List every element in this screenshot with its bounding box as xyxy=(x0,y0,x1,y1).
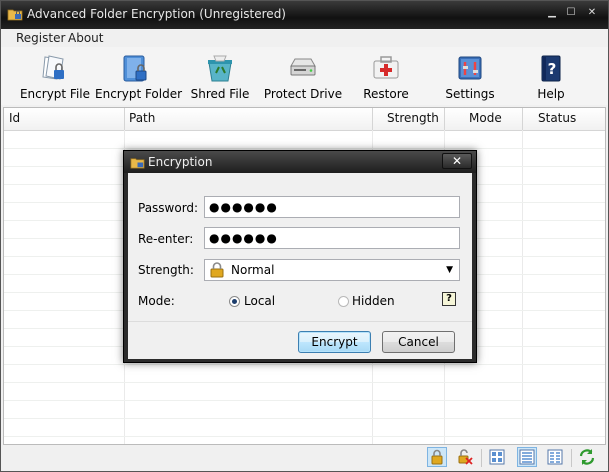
strength-value: Normal xyxy=(231,263,275,277)
password-field[interactable]: ●●●●●● xyxy=(204,196,460,218)
minimize-icon[interactable]: ▁ xyxy=(545,7,559,19)
help-label: Help xyxy=(537,87,565,101)
reenter-password-field[interactable]: ●●●●●● xyxy=(204,227,460,249)
strength-select[interactable]: Normal ▼ xyxy=(204,259,460,281)
dialog-title: Encryption xyxy=(148,155,213,169)
mode-local-label[interactable]: Local xyxy=(244,294,275,308)
mode-local-radio[interactable] xyxy=(229,296,240,307)
encrypt-file-button[interactable]: Encrypt File xyxy=(17,47,93,105)
dialog-close-button[interactable]: ✕ xyxy=(442,153,472,169)
grid-line xyxy=(522,130,523,444)
grid-line xyxy=(4,400,605,401)
list-view-icon[interactable] xyxy=(545,447,565,467)
status-divider xyxy=(571,449,572,467)
unlock-icon[interactable] xyxy=(455,447,475,467)
large-icons-view-icon[interactable] xyxy=(487,447,507,467)
restore-button[interactable]: Restore xyxy=(357,47,415,105)
mode-hidden-label[interactable]: Hidden xyxy=(352,294,395,308)
encrypt-folder-button[interactable]: Encrypt Folder xyxy=(95,47,183,105)
grid-line xyxy=(4,382,605,383)
chevron-down-icon[interactable]: ▼ xyxy=(446,260,453,280)
encrypt-file-label: Encrypt File xyxy=(19,87,91,101)
restore-icon xyxy=(373,56,399,79)
close-icon[interactable]: ✕ xyxy=(585,7,599,19)
column-divider[interactable] xyxy=(124,108,125,130)
help-icon[interactable]: ? xyxy=(442,292,456,306)
shred-file-label: Shred File xyxy=(190,87,250,101)
svg-text:?: ? xyxy=(548,60,557,78)
padlock-icon xyxy=(210,262,224,278)
column-divider[interactable] xyxy=(522,108,523,130)
dialog-body: Password: ●●●●●● Re-enter: ●●●●●● Streng… xyxy=(128,173,472,359)
column-header-path[interactable]: Path xyxy=(129,111,155,125)
grid-line xyxy=(4,436,605,437)
column-header-id[interactable]: Id xyxy=(9,111,20,125)
column-header-strength[interactable]: Strength xyxy=(387,111,439,125)
mode-hidden-radio[interactable] xyxy=(338,296,349,307)
settings-button[interactable]: Settings xyxy=(439,47,501,105)
app-folder-lock-icon xyxy=(7,9,23,21)
column-divider[interactable] xyxy=(372,108,373,130)
column-header-mode[interactable]: Mode xyxy=(469,111,502,125)
protect-drive-label: Protect Drive xyxy=(263,87,343,101)
menu-about[interactable]: About xyxy=(68,31,103,45)
dialog-title-bar[interactable]: Encryption ✕ xyxy=(124,151,476,173)
column-divider[interactable] xyxy=(444,108,445,130)
protect-drive-button[interactable]: Protect Drive xyxy=(261,47,345,105)
status-bar xyxy=(1,445,608,471)
settings-icon xyxy=(458,56,482,80)
encryption-dialog: Encryption ✕ Password: ●●●●●● Re-enter: … xyxy=(123,150,477,363)
dialog-footer: Encrypt Cancel xyxy=(128,321,472,359)
encrypt-folder-label: Encrypt Folder xyxy=(95,87,183,101)
mode-label: Mode: xyxy=(138,294,175,308)
encrypt-file-icon xyxy=(42,55,64,80)
menu-register[interactable]: Register xyxy=(16,31,65,45)
password-label: Password: xyxy=(138,201,199,215)
encrypt-folder-icon xyxy=(123,55,147,82)
status-divider xyxy=(481,449,482,467)
column-header-status[interactable]: Status xyxy=(538,111,576,125)
title-bar[interactable]: Advanced Folder Encryption (Unregistered… xyxy=(1,1,608,29)
toolbar: Encrypt File Encrypt Folder Shred File P… xyxy=(1,47,608,105)
shred-file-button[interactable]: Shred File xyxy=(187,47,253,105)
drive-icon xyxy=(290,58,316,76)
menu-bar: Register About xyxy=(1,29,608,47)
lock-icon[interactable] xyxy=(427,447,447,467)
maximize-icon[interactable]: ☐ xyxy=(564,7,578,19)
window-title: Advanced Folder Encryption (Unregistered… xyxy=(27,7,286,21)
dialog-folder-lock-icon xyxy=(130,158,145,169)
grid-line xyxy=(4,364,605,365)
restore-label: Restore xyxy=(363,87,409,101)
grid-line xyxy=(4,148,605,149)
help-book-icon: ? xyxy=(541,55,561,82)
cancel-button[interactable]: Cancel xyxy=(382,331,455,353)
refresh-icon[interactable] xyxy=(577,447,597,467)
help-button[interactable]: ? Help xyxy=(525,47,577,105)
settings-label: Settings xyxy=(445,87,495,101)
reenter-label: Re-enter: xyxy=(138,232,194,246)
details-view-icon[interactable] xyxy=(517,447,537,467)
strength-label: Strength: xyxy=(138,263,194,277)
table-header: Id Path Strength Mode Status xyxy=(4,108,605,131)
grid-line xyxy=(4,418,605,419)
shred-icon xyxy=(208,55,232,82)
encrypt-button[interactable]: Encrypt xyxy=(298,331,371,353)
